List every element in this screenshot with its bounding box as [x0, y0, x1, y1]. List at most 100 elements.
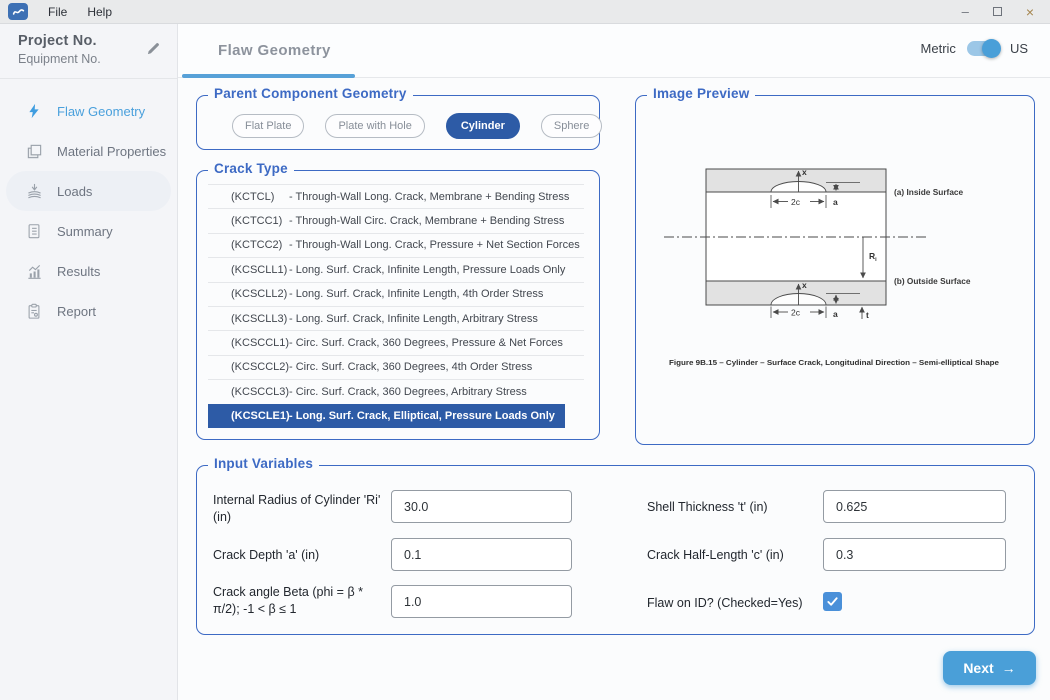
internal-radius-input[interactable] — [391, 490, 572, 523]
crack-depth-label: Crack Depth 'a' (in) — [213, 547, 389, 564]
sidebar-nav: Flaw Geometry Material Properties Loads … — [0, 91, 177, 331]
crack-type-section: Crack Type (KCTCL) - Through-Wall Long. … — [196, 170, 600, 440]
geometry-options: Flat Plate Plate with Hole Cylinder Sphe… — [197, 96, 599, 149]
crack-desc: - Through-Wall Long. Crack, Membrane + B… — [289, 191, 569, 203]
flaw-on-id-checkbox[interactable] — [823, 592, 842, 611]
crack-type-row-selected[interactable]: (KCSCLE1) - Long. Surf. Crack, Elliptica… — [208, 404, 565, 428]
window-controls: – × — [962, 5, 1034, 19]
close-icon[interactable]: × — [1026, 5, 1034, 19]
crack-desc: - Circ. Surf. Crack, 360 Degrees, Arbitr… — [289, 386, 527, 398]
crack-desc: - Through-Wall Circ. Crack, Membrane + B… — [289, 215, 564, 227]
geometry-option-cylinder[interactable]: Cylinder — [446, 113, 520, 139]
geometry-option-sphere[interactable]: Sphere — [541, 114, 602, 138]
toggle-knob[interactable] — [982, 39, 1001, 58]
section-title: Parent Component Geometry — [208, 86, 413, 101]
crack-geometry-diagram: x a 2c (a) Inside Surface Ri (b) Outside… — [636, 104, 1032, 434]
crack-half-length-label: Crack Half-Length 'c' (in) — [647, 547, 823, 564]
sidebar-item-label: Material Properties — [57, 144, 166, 159]
crack-angle-beta-label: Crack angle Beta (phi = β * π/2); -1 < β… — [213, 584, 389, 618]
svg-text:2c: 2c — [791, 197, 801, 207]
sidebar-item-flaw-geometry[interactable]: Flaw Geometry — [0, 91, 177, 131]
crack-code: (KCSCCL1) — [231, 337, 289, 349]
crack-depth-input[interactable] — [391, 538, 572, 571]
internal-radius-label: Internal Radius of Cylinder 'Ri' (in) — [213, 492, 389, 526]
crack-code: (KCSCCL3) — [231, 386, 289, 398]
sidebar: Project No. Equipment No. Flaw Geometry … — [0, 24, 178, 700]
crack-half-length-input[interactable] — [823, 538, 1006, 571]
crack-desc: - Through-Wall Long. Crack, Pressure + N… — [289, 239, 580, 251]
bar-chart-icon — [25, 262, 43, 280]
project-header: Project No. Equipment No. — [0, 24, 177, 79]
flaw-on-id-label: Flaw on ID? (Checked=Yes) — [647, 595, 823, 612]
crack-type-row[interactable]: (KCTCC2) - Through-Wall Long. Crack, Pre… — [208, 233, 584, 257]
crack-desc: - Circ. Surf. Crack, 360 Degrees, 4th Or… — [289, 361, 532, 373]
crack-type-row[interactable]: (KCSCCL1) - Circ. Surf. Crack, 360 Degre… — [208, 330, 584, 354]
image-preview-section: Image Preview x a — [635, 95, 1035, 445]
sidebar-item-loads[interactable]: Loads — [6, 171, 171, 211]
document-list-icon — [25, 222, 43, 240]
crack-type-row[interactable]: (KCTCC1) - Through-Wall Circ. Crack, Mem… — [208, 208, 584, 232]
sidebar-item-results[interactable]: Results — [0, 251, 177, 291]
title-bar: File Help – × — [0, 0, 1050, 24]
crack-code: (KCTCL) — [231, 191, 289, 203]
sidebar-item-material-properties[interactable]: Material Properties — [0, 131, 177, 171]
units-toggle[interactable] — [967, 41, 999, 56]
next-button-label: Next — [963, 660, 993, 676]
edit-pencil-icon[interactable] — [146, 41, 161, 61]
crack-desc: - Long. Surf. Crack, Infinite Length, Pr… — [289, 264, 565, 276]
crack-code: (KCSCLL2) — [231, 288, 289, 300]
geometry-option-flat-plate[interactable]: Flat Plate — [232, 114, 304, 138]
crack-type-row[interactable]: (KCSCLL3) - Long. Surf. Crack, Infinite … — [208, 306, 584, 330]
crack-type-row[interactable]: (KCSCLL1) - Long. Surf. Crack, Infinite … — [208, 257, 584, 281]
crack-type-row[interactable]: (KCSCCL3) - Circ. Surf. Crack, 360 Degre… — [208, 379, 584, 403]
crack-code: (KCTCC2) — [231, 239, 289, 251]
page-title: Flaw Geometry — [218, 42, 331, 59]
sidebar-item-summary[interactable]: Summary — [0, 211, 177, 251]
svg-text:a: a — [833, 197, 838, 207]
shell-thickness-label: Shell Thickness 't' (in) — [647, 499, 823, 516]
crack-code: (KCSCLL3) — [231, 313, 289, 325]
app-window: File Help – × Project No. Equipment No. … — [0, 0, 1050, 700]
sidebar-item-label: Report — [57, 304, 96, 319]
crack-type-row[interactable]: (KCTCL) - Through-Wall Long. Crack, Memb… — [208, 184, 584, 208]
figure-caption: Figure 9B.15 – Cylinder – Surface Crack,… — [669, 358, 999, 367]
parent-component-geometry-section: Parent Component Geometry Flat Plate Pla… — [196, 95, 600, 150]
section-title: Crack Type — [208, 161, 294, 176]
maximize-icon[interactable] — [993, 7, 1002, 16]
menu-file[interactable]: File — [48, 5, 67, 19]
crack-angle-beta-input[interactable] — [391, 585, 572, 618]
crack-type-row[interactable]: (KCSCCL2) - Circ. Surf. Crack, 360 Degre… — [208, 355, 584, 379]
checkmark-icon — [826, 595, 839, 608]
units-us-label: US — [1010, 41, 1028, 56]
lightning-bolt-icon — [25, 102, 43, 120]
input-variables-section: Input Variables Internal Radius of Cylin… — [196, 465, 1035, 635]
minimize-icon[interactable]: – — [962, 5, 969, 18]
crack-type-row[interactable]: (KCSCLL2) - Long. Surf. Crack, Infinite … — [208, 282, 584, 306]
units-switch-group: Metric US — [921, 41, 1028, 56]
app-logo-icon — [8, 3, 28, 20]
svg-text:t: t — [866, 310, 869, 320]
crack-desc: - Circ. Surf. Crack, 360 Degrees, Pressu… — [289, 337, 563, 349]
clipboard-icon — [25, 302, 43, 320]
main-header: Flaw Geometry Metric US — [178, 24, 1050, 78]
crack-desc: - Long. Surf. Crack, Infinite Length, Ar… — [289, 313, 538, 325]
crack-code: (KCSCCL2) — [231, 361, 289, 373]
sidebar-item-label: Summary — [57, 224, 113, 239]
svg-text:(a) Inside Surface: (a) Inside Surface — [894, 187, 964, 197]
next-button[interactable]: Next → — [943, 651, 1036, 685]
sidebar-item-report[interactable]: Report — [0, 291, 177, 331]
arrow-right-icon: → — [1002, 660, 1016, 676]
sidebar-item-label: Loads — [57, 184, 92, 199]
svg-text:a: a — [833, 309, 838, 319]
arrow-into-stack-icon — [25, 182, 43, 200]
equipment-number-label: Equipment No. — [18, 52, 163, 66]
project-number-label: Project No. — [18, 33, 163, 49]
crack-code: (KCTCC1) — [231, 215, 289, 227]
units-metric-label: Metric — [921, 41, 956, 56]
section-title: Image Preview — [647, 86, 755, 101]
shell-thickness-input[interactable] — [823, 490, 1006, 523]
sidebar-item-label: Results — [57, 264, 100, 279]
geometry-option-plate-with-hole[interactable]: Plate with Hole — [325, 114, 424, 138]
crack-desc: - Long. Surf. Crack, Infinite Length, 4t… — [289, 288, 543, 300]
menu-help[interactable]: Help — [87, 5, 112, 19]
